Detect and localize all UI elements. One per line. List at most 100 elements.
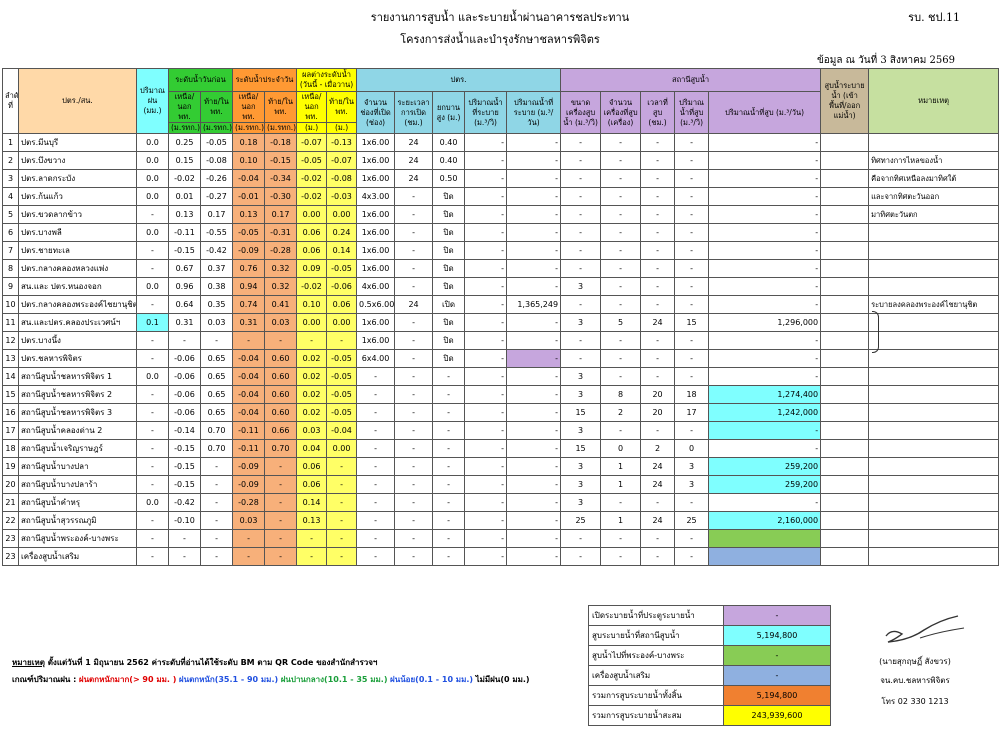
signer-phone: โทร 02 330 1213 [881, 697, 949, 706]
table-cell [820, 223, 870, 242]
signer-name: (นายสุกฤษฏิ์ สังขวร) [879, 657, 951, 666]
table-cell: -0.08 [199, 151, 234, 170]
table-cell: - [464, 205, 508, 224]
table-cell: 1x6.00 [356, 151, 396, 170]
summary-value: - [723, 665, 831, 686]
table-cell [868, 367, 1000, 386]
header-gate-hours: ระยะเวลาการเปิด (ชม.) [394, 91, 434, 134]
table-cell: 0.03 [232, 511, 266, 530]
table-cell: 0.31 [232, 313, 266, 332]
table-cell: - [326, 547, 358, 566]
table-cell: 1 [600, 511, 642, 530]
table-cell: 20 [640, 403, 676, 422]
table-cell: - [464, 169, 508, 188]
summary-value: 5,194,800 [723, 685, 831, 706]
header-day-up: เหนือ/นอก พท. [232, 91, 266, 123]
table-cell: - [560, 241, 602, 260]
table-cell: ปตร.กลางคลองพระองค์ไชยานุชิต [18, 295, 137, 314]
table-cell: - [560, 151, 602, 170]
table-cell: - [464, 511, 508, 530]
table-cell: ปิด [432, 259, 466, 278]
table-cell: สถานีสูบน้ำคลองด่าน 2 [18, 421, 137, 440]
table-cell: - [600, 529, 642, 548]
table-cell: 0.03 [264, 313, 298, 332]
table-cell: - [464, 367, 508, 386]
table-cell: - [560, 529, 602, 548]
table-cell: สถานีสูบน้ำชลหารพิจิตร 3 [18, 403, 137, 422]
table-cell [820, 331, 870, 350]
table-cell: - [708, 277, 822, 296]
table-cell: - [464, 421, 508, 440]
table-cell: - [326, 331, 358, 350]
table-cell: - [506, 241, 562, 260]
header-pump-flow: ปริมาณน้ำที่สูบ (ม.³/วิ) [674, 91, 710, 134]
table-cell [820, 547, 870, 566]
table-cell: - [356, 421, 396, 440]
table-cell: 2 [2, 151, 19, 170]
table-cell: - [394, 331, 434, 350]
table-cell: - [560, 547, 602, 566]
table-cell: 0.67 [168, 259, 201, 278]
table-cell: - [600, 421, 642, 440]
table-cell: - [264, 475, 298, 494]
table-row: 22 สถานีสูบน้ำสุวรรณภูมิ - -0.10-0.03-0.13-… [2, 511, 1000, 530]
table-cell: 5 [600, 313, 642, 332]
table-cell: - [506, 223, 562, 242]
table-cell: - [232, 547, 266, 566]
table-cell: 10 [2, 295, 19, 314]
table-cell: 0.5x6.00 [356, 295, 396, 314]
table-cell: -0.15 [168, 439, 201, 458]
table-cell: 2,160,000 [708, 511, 822, 530]
table-cell: 0.1 [136, 313, 169, 332]
form-number: รบ. ชป.11 [908, 11, 960, 24]
table-cell: 25 [560, 511, 602, 530]
table-cell: -0.07 [326, 151, 358, 170]
table-cell: - [600, 133, 642, 152]
table-cell: -0.02 [296, 277, 328, 296]
table-cell: - [464, 493, 508, 512]
table-cell: - [232, 331, 266, 350]
table-cell [820, 349, 870, 368]
table-cell [820, 169, 870, 188]
table-row: 20 สถานีสูบน้ำบางปลาร้า - -0.15- -0.09-0.06-… [2, 475, 1000, 494]
table-cell: 8 [2, 259, 19, 278]
table-cell: 0.35 [199, 295, 234, 314]
table-cell [820, 439, 870, 458]
table-cell [820, 421, 870, 440]
table-cell: -0.18 [264, 133, 298, 152]
table-cell: -0.11 [232, 421, 266, 440]
table-cell: 0.60 [264, 385, 298, 404]
table-cell: -0.04 [232, 367, 266, 386]
table-cell: -0.55 [199, 223, 234, 242]
table-cell: - [394, 529, 434, 548]
table-cell: 24 [394, 295, 434, 314]
table-cell: - [136, 205, 169, 224]
table-cell: - [464, 277, 508, 296]
table-cell: - [296, 529, 328, 548]
rain-none: ไม่มีฝน(0 มม.) [475, 675, 530, 684]
table-cell: 3 [560, 421, 602, 440]
table-cell: 0.32 [264, 277, 298, 296]
table-cell: 15 [674, 313, 710, 332]
table-cell: - [674, 169, 710, 188]
table-cell: 19 [2, 457, 19, 476]
table-cell: 0.15 [168, 151, 201, 170]
table-cell: -0.05 [326, 367, 358, 386]
table-cell [820, 529, 870, 548]
header-day-down-unit: (ม.รทก.) [264, 122, 298, 134]
table-cell: - [708, 331, 822, 350]
table-cell: และจากทิศตะวันออก [868, 187, 1000, 206]
table-cell: - [640, 241, 676, 260]
table-cell: -0.05 [326, 403, 358, 422]
summary-row: สูบน้ำไปที่พระองค์-บางพระ - [588, 645, 831, 666]
table-cell: 0.50 [432, 169, 466, 188]
table-cell: - [326, 529, 358, 548]
table-cell: 0.65 [199, 385, 234, 404]
table-row: 1 ปตร.มีนบุรี 0.0 0.25 -0.05 0.18 -0.18 -0.07 -0… [2, 133, 1000, 152]
header-day-down: ท้าย/ใน พท. [264, 91, 298, 123]
table-cell: -0.05 [199, 133, 234, 152]
table-cell: 0.02 [296, 403, 328, 422]
table-cell: ปตร.ลาดกระบัง [18, 169, 137, 188]
table-cell: - [506, 529, 562, 548]
table-cell: - [326, 457, 358, 476]
